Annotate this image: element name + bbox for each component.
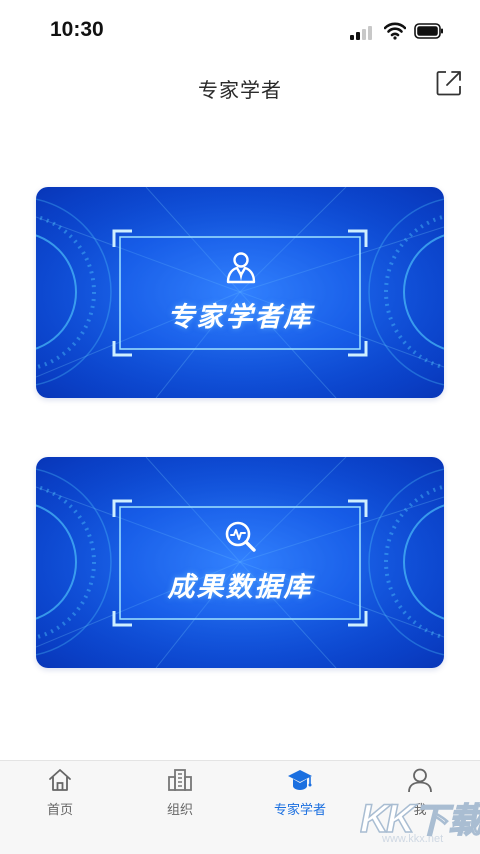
results-database-label: 成果数据库 xyxy=(167,572,313,603)
expert-library-card[interactable]: 专家学者库 xyxy=(36,187,444,398)
tab-home-label: 首页 xyxy=(46,803,73,818)
person-icon xyxy=(226,252,256,284)
page-title: 专家学者 xyxy=(198,78,282,102)
graduation-cap-icon xyxy=(288,770,312,790)
search-chart-icon xyxy=(225,521,256,552)
cellular-signal-icon xyxy=(350,24,376,40)
watermark-url: www.kkx.net xyxy=(382,833,444,845)
card-tech-background xyxy=(36,187,444,398)
expert-library-label: 专家学者库 xyxy=(167,302,313,333)
tab-experts-label: 专家学者 xyxy=(273,803,326,818)
results-database-card[interactable]: 成果数据库 xyxy=(36,457,444,668)
status-time: 10:30 xyxy=(50,18,104,41)
card-tech-background xyxy=(36,457,444,668)
share-icon[interactable] xyxy=(434,68,464,98)
building-icon xyxy=(168,769,192,791)
tab-organization-label: 组织 xyxy=(166,803,193,818)
status-bar: 10:30 xyxy=(0,0,480,62)
battery-icon xyxy=(414,23,443,39)
tab-experts[interactable]: 专家学者 xyxy=(240,761,360,831)
tab-organization[interactable]: 组织 xyxy=(120,761,240,831)
wifi-icon xyxy=(384,22,406,40)
tab-home[interactable]: 首页 xyxy=(0,761,120,831)
home-icon xyxy=(49,769,71,791)
